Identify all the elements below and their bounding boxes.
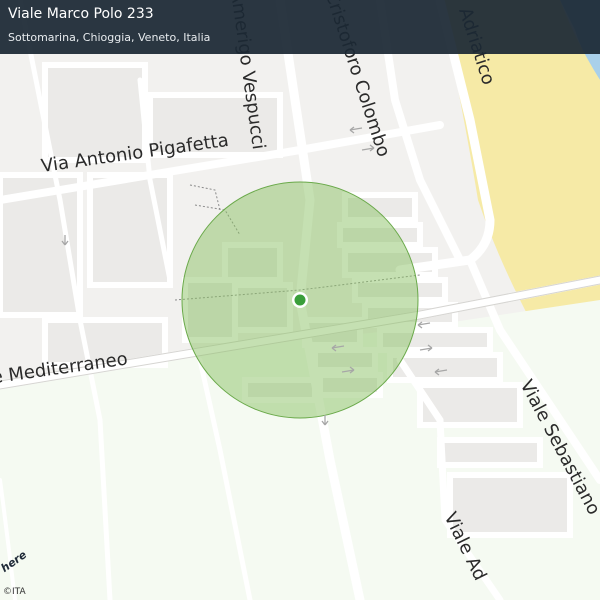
map-canvas[interactable]: Via Antonio Pigafetta Viale Mediterraneo… bbox=[0, 0, 600, 600]
map-attribution: ©ITA bbox=[3, 587, 26, 597]
location-header: Viale Marco Polo 233 Sottomarina, Chiogg… bbox=[0, 0, 600, 54]
location-title: Viale Marco Polo 233 bbox=[8, 6, 154, 22]
location-marker[interactable] bbox=[294, 294, 306, 306]
location-subtitle: Sottomarina, Chioggia, Veneto, Italia bbox=[8, 31, 211, 44]
